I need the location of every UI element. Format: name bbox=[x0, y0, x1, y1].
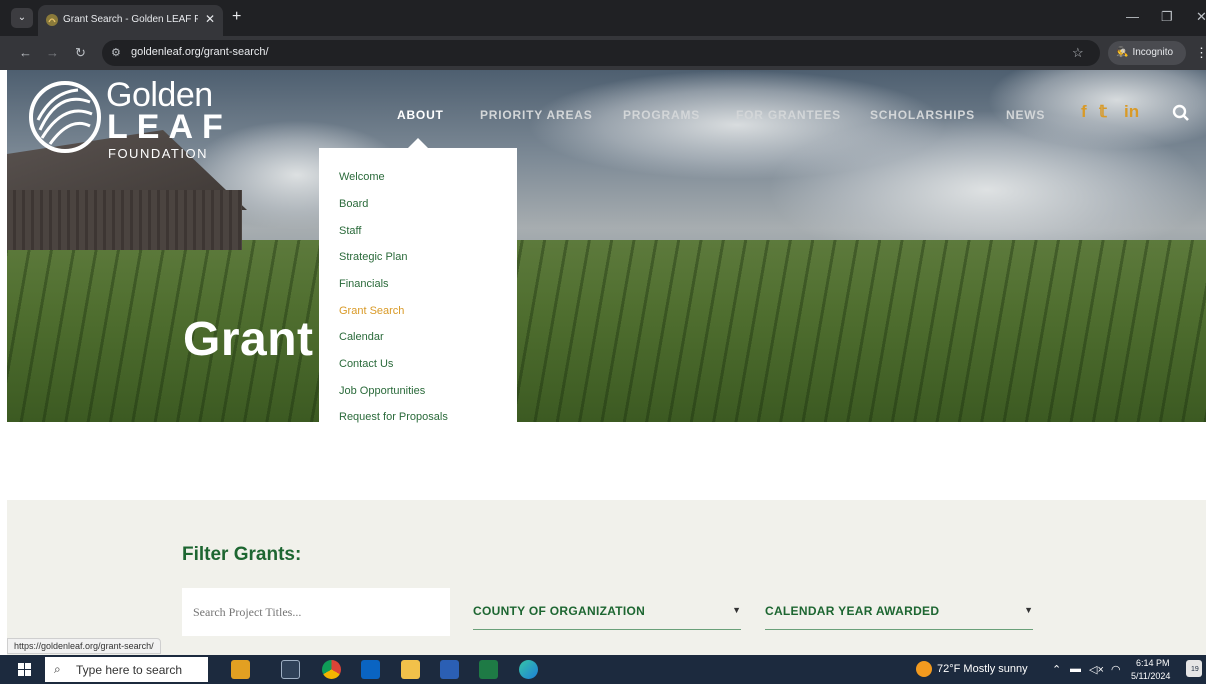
tab-title: Grant Search - Golden LEAF Fo bbox=[63, 14, 198, 25]
restore-icon[interactable]: ❐ bbox=[1161, 9, 1173, 25]
twitter-icon[interactable]: 𝕥 bbox=[1099, 102, 1107, 122]
search-icon[interactable] bbox=[1172, 104, 1190, 122]
star-icon[interactable]: ☆ bbox=[1072, 45, 1084, 61]
county-select[interactable]: COUNTY OF ORGANIZATION ▼ bbox=[473, 600, 741, 630]
reload-icon[interactable]: ↻ bbox=[75, 45, 86, 61]
weather-sun-icon[interactable] bbox=[916, 661, 932, 677]
facebook-icon[interactable]: f bbox=[1081, 102, 1087, 122]
nav-programs[interactable]: PROGRAMS bbox=[623, 108, 700, 122]
nav-scholarships[interactable]: SCHOLARSHIPS bbox=[870, 108, 975, 122]
chrome-icon[interactable] bbox=[322, 660, 341, 679]
forward-icon[interactable]: → bbox=[46, 45, 59, 60]
incognito-icon: 🕵 bbox=[1116, 47, 1129, 58]
page-title: Grant bbox=[183, 313, 314, 366]
url-field[interactable]: ⚙ goldenleaf.org/grant-search/ ☆ bbox=[102, 40, 1100, 66]
back-icon[interactable]: ← bbox=[19, 45, 32, 60]
status-bar-url: https://goldenleaf.org/grant-search/ bbox=[7, 638, 161, 654]
taskbar-search[interactable]: ⌕ Type here to search bbox=[45, 657, 208, 682]
tab-close-icon[interactable]: ✕ bbox=[205, 12, 215, 26]
outlook-icon[interactable] bbox=[361, 660, 380, 679]
filter-title: Filter Grants: bbox=[182, 544, 302, 565]
new-tab-button[interactable]: + bbox=[232, 8, 241, 26]
browser-tab[interactable]: Grant Search - Golden LEAF Fo ✕ bbox=[38, 5, 223, 36]
briefcase-icon[interactable] bbox=[231, 660, 250, 679]
notification-count: 19 bbox=[1191, 666, 1199, 673]
nav-about[interactable]: ABOUT bbox=[397, 108, 444, 122]
site-info-icon[interactable]: ⚙ bbox=[111, 46, 121, 59]
menu-item-request-for-proposals[interactable]: Request for Proposals bbox=[339, 411, 448, 423]
menu-item-welcome[interactable]: Welcome bbox=[339, 171, 385, 183]
task-view-icon[interactable] bbox=[281, 660, 300, 679]
menu-icon[interactable]: ⋮ bbox=[1195, 45, 1206, 61]
chevron-down-icon: ▼ bbox=[1024, 605, 1033, 615]
clock-date[interactable]: 5/11/2024 bbox=[1131, 671, 1170, 681]
county-select-label: COUNTY OF ORGANIZATION bbox=[473, 604, 646, 618]
notification-icon[interactable]: 19 bbox=[1186, 660, 1202, 677]
menu-item-job-opportunities[interactable]: Job Opportunities bbox=[339, 385, 425, 397]
wifi-icon[interactable]: ◠ bbox=[1111, 663, 1121, 676]
windows-start-icon[interactable] bbox=[18, 663, 31, 676]
tab-menu-icon[interactable]: ⌄ bbox=[11, 8, 33, 28]
excel-icon[interactable] bbox=[479, 660, 498, 679]
nav-priority-areas[interactable]: PRIORITY AREAS bbox=[480, 108, 593, 122]
incognito-badge[interactable]: 🕵 Incognito bbox=[1108, 41, 1186, 65]
logo-foundation-text: FOUNDATION bbox=[108, 146, 208, 161]
golden-leaf-logo[interactable]: Golden LEAF FOUNDATION bbox=[28, 76, 228, 161]
menu-item-financials[interactable]: Financials bbox=[339, 278, 389, 290]
taskbar-search-placeholder: Type here to search bbox=[76, 663, 183, 677]
close-icon[interactable]: ✕ bbox=[1196, 9, 1206, 25]
year-select-label: CALENDAR YEAR AWARDED bbox=[765, 604, 940, 618]
address-bar: ← → ↻ ⚙ goldenleaf.org/grant-search/ ☆ bbox=[0, 36, 1206, 70]
search-input[interactable] bbox=[182, 588, 450, 636]
search-icon: ⌕ bbox=[54, 662, 61, 676]
logo-leaf-text: LEAF bbox=[107, 108, 232, 146]
menu-item-staff[interactable]: Staff bbox=[339, 225, 361, 237]
linkedin-icon[interactable]: in bbox=[1124, 102, 1139, 122]
windows-taskbar: ⌕ Type here to search 72°F Mostly sunny … bbox=[0, 655, 1206, 684]
leaf-emblem-icon bbox=[29, 81, 101, 153]
minimize-icon[interactable]: — bbox=[1126, 9, 1139, 24]
file-explorer-icon[interactable] bbox=[401, 660, 420, 679]
menu-item-strategic-plan[interactable]: Strategic Plan bbox=[339, 251, 407, 263]
menu-item-calendar[interactable]: Calendar bbox=[339, 331, 384, 343]
edge-icon[interactable] bbox=[519, 660, 538, 679]
nav-news[interactable]: NEWS bbox=[1006, 108, 1045, 122]
browser-tab-strip: ⌄ Grant Search - Golden LEAF Fo ✕ + — ❐ … bbox=[0, 0, 1206, 36]
clock-time[interactable]: 6:14 PM bbox=[1136, 658, 1170, 668]
menu-item-board[interactable]: Board bbox=[339, 198, 368, 210]
tray-chevron-icon[interactable]: ⌃ bbox=[1052, 663, 1061, 676]
weather-text[interactable]: 72°F Mostly sunny bbox=[937, 663, 1028, 675]
golden-leaf-favicon-icon bbox=[46, 14, 58, 26]
project-title-search[interactable] bbox=[182, 588, 450, 636]
about-dropdown-menu: Welcome Board Staff Strategic Plan Finan… bbox=[319, 148, 517, 423]
filter-grants-section: Filter Grants: COUNTY OF ORGANIZATION ▼ … bbox=[7, 500, 1206, 655]
menu-item-contact-us[interactable]: Contact Us bbox=[339, 358, 393, 370]
menu-item-grant-search[interactable]: Grant Search bbox=[339, 305, 404, 317]
chevron-down-icon: ▼ bbox=[732, 605, 741, 615]
battery-icon[interactable]: ▬ bbox=[1070, 663, 1081, 675]
incognito-label: Incognito bbox=[1132, 47, 1174, 58]
volume-icon[interactable]: ◁× bbox=[1089, 663, 1104, 676]
year-select[interactable]: CALENDAR YEAR AWARDED ▼ bbox=[765, 600, 1033, 630]
nav-for-grantees[interactable]: FOR GRANTEES bbox=[736, 108, 841, 122]
word-icon[interactable] bbox=[440, 660, 459, 679]
url-text[interactable]: goldenleaf.org/grant-search/ bbox=[131, 46, 269, 58]
